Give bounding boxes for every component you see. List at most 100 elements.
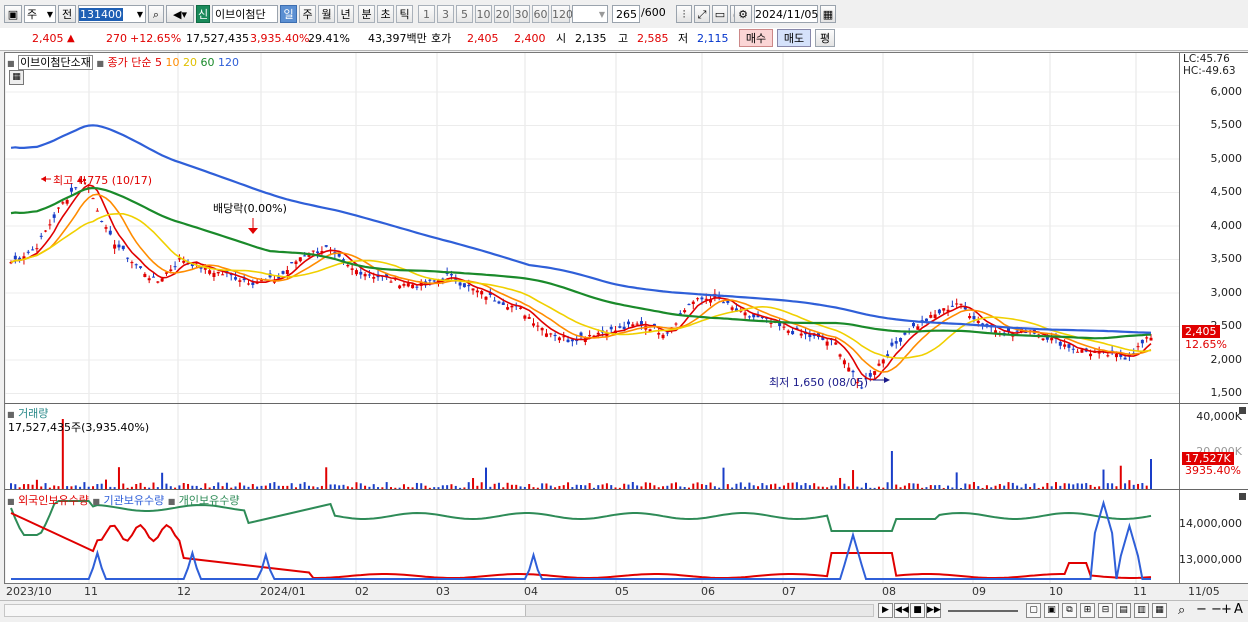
eval-button[interactable]: 평 bbox=[815, 29, 835, 47]
prev-button[interactable]: 전 bbox=[58, 5, 76, 23]
volume-bar bbox=[117, 467, 120, 489]
volume-bar bbox=[675, 482, 677, 489]
ma-legend[interactable]: 종가 단순 bbox=[107, 56, 151, 69]
layout-8-icon[interactable]: ▦ bbox=[1152, 603, 1167, 618]
code-input[interactable]: 131400 ▼ bbox=[78, 5, 146, 23]
scrollbar-track[interactable] bbox=[4, 604, 874, 617]
plus-icon[interactable]: + bbox=[1221, 602, 1232, 617]
save-icon[interactable]: ▭ bbox=[712, 5, 728, 23]
buy-button[interactable]: 매수 bbox=[739, 29, 773, 47]
interval-5[interactable]: 5 bbox=[456, 5, 473, 23]
font-size-icon[interactable]: A bbox=[1234, 602, 1243, 617]
zoom-slider[interactable] bbox=[948, 610, 1018, 612]
candle-body bbox=[1050, 337, 1054, 341]
speaker-icon[interactable]: ◀▾ bbox=[166, 5, 194, 23]
period-year[interactable]: 년 bbox=[337, 5, 354, 23]
period-second[interactable]: 초 bbox=[377, 5, 394, 23]
volume-bar bbox=[467, 482, 470, 489]
candle-body bbox=[100, 221, 104, 223]
layout-6-icon[interactable]: ▤ bbox=[1116, 603, 1131, 618]
candle-body bbox=[622, 326, 626, 330]
period-month[interactable]: 월 bbox=[318, 5, 335, 23]
candle-body bbox=[398, 285, 402, 289]
interval-60[interactable]: 60 bbox=[532, 5, 549, 23]
volume-bar bbox=[1119, 465, 1122, 489]
candle-body bbox=[350, 268, 354, 270]
candle-body bbox=[536, 325, 540, 327]
market-select[interactable]: 주 ▼ bbox=[24, 5, 56, 23]
interval-10[interactable]: 10 bbox=[475, 5, 492, 23]
gear-icon[interactable]: ⚙ bbox=[734, 5, 752, 23]
play-icon[interactable]: ▶ bbox=[878, 603, 893, 618]
candle-body bbox=[924, 318, 928, 322]
candle-body bbox=[722, 302, 725, 304]
layout-7-icon[interactable]: ▥ bbox=[1134, 603, 1149, 618]
layout-5-icon[interactable]: ⊟ bbox=[1098, 603, 1113, 618]
turnover: 29.41% bbox=[308, 32, 350, 45]
period-week[interactable]: 주 bbox=[299, 5, 316, 23]
zoom-icon[interactable]: ⌕ bbox=[1178, 603, 1185, 618]
window-menu-icon[interactable]: ▣ bbox=[4, 5, 22, 23]
sell-button[interactable]: 매도 bbox=[777, 29, 811, 47]
stock-legend[interactable]: 이브이첨단소재 bbox=[18, 55, 93, 70]
layout-1-icon[interactable]: ▢ bbox=[1026, 603, 1041, 618]
forward-icon[interactable]: ▶▶ bbox=[926, 603, 941, 618]
layout-4-icon[interactable]: ⊞ bbox=[1080, 603, 1095, 618]
legend-square-icon: ■ bbox=[92, 497, 100, 506]
candle-body bbox=[134, 264, 138, 266]
calendar-icon[interactable]: ▦ bbox=[820, 5, 836, 23]
candle-body bbox=[212, 272, 216, 277]
interval-3[interactable]: 3 bbox=[437, 5, 454, 23]
date-input[interactable]: 2024/11/05 bbox=[754, 5, 818, 23]
volume-bar bbox=[355, 482, 358, 489]
candle-body bbox=[359, 271, 363, 275]
ma-10-legend: 10 bbox=[165, 56, 180, 69]
search-icon[interactable]: ⌕ bbox=[148, 5, 164, 23]
candle-body bbox=[238, 280, 242, 282]
x-label: 2024/01 bbox=[260, 585, 306, 598]
candle-body bbox=[130, 262, 134, 264]
interval-30[interactable]: 30 bbox=[513, 5, 530, 23]
candle-body bbox=[139, 266, 143, 268]
chart-area[interactable]: ■ 이브이첨단소재 ■ 종가 단순 5 10 20 60 120 ▦ 최고 4,… bbox=[4, 52, 1181, 584]
candle-body bbox=[372, 277, 376, 279]
stop-icon[interactable]: ■ bbox=[910, 603, 925, 618]
grid-toggle-icon[interactable]: ▦ bbox=[9, 70, 24, 85]
panel-close-icon[interactable] bbox=[1239, 493, 1246, 500]
candle-body bbox=[91, 198, 95, 200]
period-tick[interactable]: 틱 bbox=[396, 5, 413, 23]
candle-body bbox=[851, 370, 855, 373]
scrollbar-thumb[interactable] bbox=[5, 605, 526, 616]
candle-body bbox=[933, 314, 937, 319]
period-minute[interactable]: 분 bbox=[358, 5, 375, 23]
candle-body bbox=[501, 302, 505, 305]
layout-3-icon[interactable]: ⧉ bbox=[1062, 603, 1077, 618]
ma-5-legend: 5 bbox=[154, 56, 162, 69]
layout-2-icon[interactable]: ▣ bbox=[1044, 603, 1059, 618]
minus-icon[interactable]: − bbox=[1196, 602, 1207, 617]
panel-close-icon[interactable] bbox=[1239, 407, 1246, 414]
candle-body bbox=[899, 337, 903, 342]
panel-divider[interactable] bbox=[5, 403, 1181, 404]
volume-bar bbox=[696, 482, 699, 489]
candle-type-icon[interactable]: ⫶ bbox=[676, 5, 692, 23]
rewind-icon[interactable]: ◀◀ bbox=[894, 603, 909, 618]
panel-divider[interactable] bbox=[5, 489, 1181, 490]
candle-body bbox=[596, 332, 600, 335]
interval-custom-select[interactable]: ▼ bbox=[572, 5, 608, 23]
y-axis[interactable]: LC:45.76 HC:-49.63 6,000 5,500 5,000 4,5… bbox=[1179, 52, 1248, 584]
period-day[interactable]: 일 bbox=[280, 5, 297, 23]
ma-120-line bbox=[10, 124, 1152, 334]
candle-body bbox=[683, 310, 687, 313]
candle-body bbox=[52, 214, 56, 218]
interval-1[interactable]: 1 bbox=[418, 5, 435, 23]
interval-20[interactable]: 20 bbox=[494, 5, 511, 23]
count-input[interactable]: 265 bbox=[612, 5, 640, 23]
candle-body bbox=[173, 266, 177, 268]
candle-body bbox=[929, 314, 933, 318]
candle-body bbox=[1041, 338, 1045, 340]
candle-body bbox=[661, 334, 665, 339]
draw-tool-icon[interactable]: ⤢ bbox=[694, 5, 710, 23]
count-total: /600 bbox=[641, 6, 666, 19]
interval-120[interactable]: 120 bbox=[551, 5, 573, 23]
